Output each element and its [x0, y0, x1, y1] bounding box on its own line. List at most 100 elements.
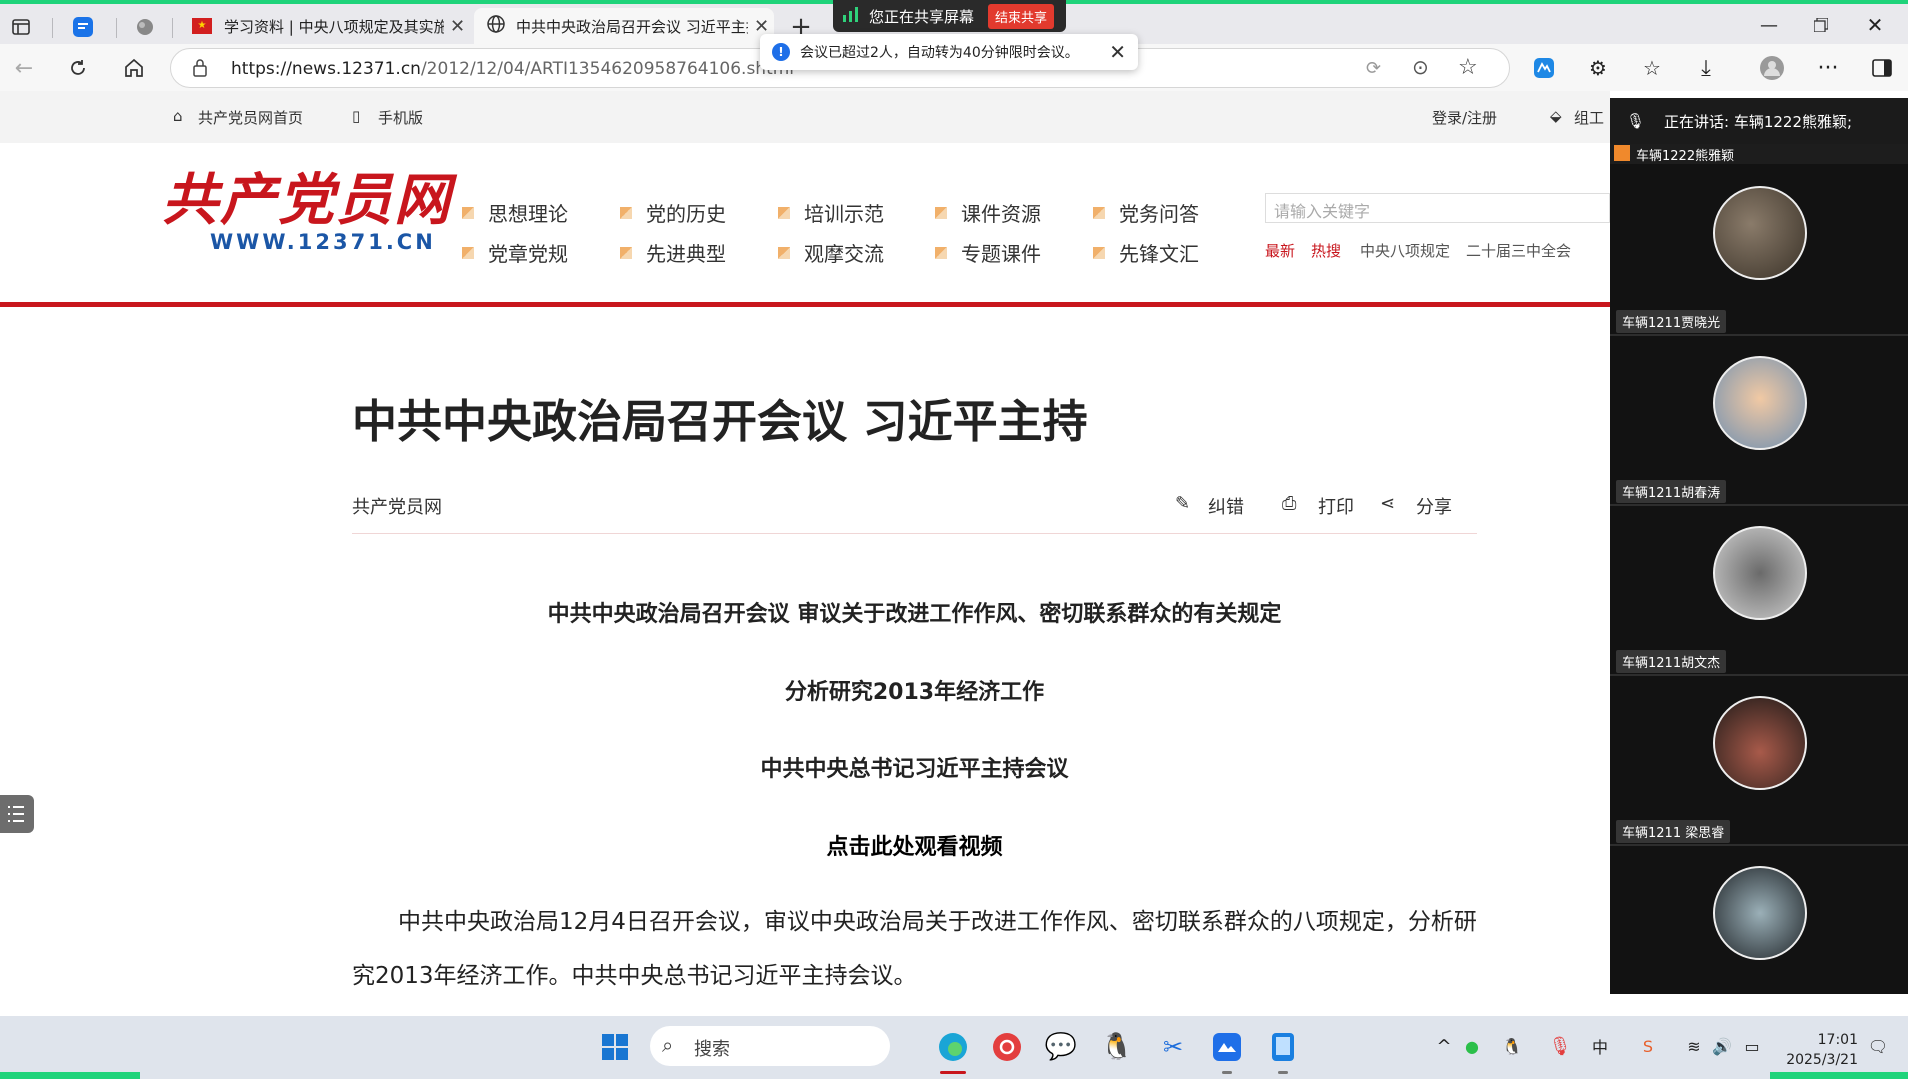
- battery-icon[interactable]: ▭: [1740, 1034, 1764, 1058]
- nav-bullet-icon: [462, 246, 474, 259]
- refresh-icon[interactable]: [62, 52, 94, 84]
- mobile-icon: ▯: [352, 107, 361, 125]
- hot-link[interactable]: 二十届三中全会: [1466, 240, 1571, 261]
- home-link[interactable]: 共产党员网首页: [198, 107, 303, 128]
- wifi-icon[interactable]: ≋: [1682, 1034, 1706, 1058]
- more-options-icon[interactable]: ⊙: [1412, 55, 1429, 79]
- nav-link[interactable]: 思想理论: [462, 198, 568, 227]
- qq-tray-icon[interactable]: 🐧: [1500, 1034, 1524, 1058]
- hot-link[interactable]: 热搜: [1311, 240, 1341, 261]
- ime-icon[interactable]: 中: [1588, 1034, 1612, 1058]
- end-share-button[interactable]: 结束共享: [988, 3, 1055, 29]
- sidebar-toggle-icon[interactable]: [1866, 52, 1898, 84]
- org-link[interactable]: 组工: [1574, 107, 1604, 128]
- participant-avatar: [1713, 356, 1807, 450]
- taskbar-clock[interactable]: 17:01 2025/3/21: [1782, 1030, 1858, 1070]
- volume-icon[interactable]: 🔊: [1710, 1034, 1734, 1058]
- nav-link[interactable]: 课件资源: [935, 198, 1041, 227]
- print-button[interactable]: 打印: [1318, 493, 1354, 519]
- close-window-icon[interactable]: ✕: [1860, 10, 1890, 40]
- home-icon[interactable]: [118, 52, 150, 84]
- download-icon[interactable]: ⤓: [1690, 52, 1722, 84]
- participant-tile[interactable]: 车辆1211贾晓光: [1610, 168, 1908, 336]
- wechat-icon[interactable]: 💬: [1044, 1030, 1078, 1064]
- translate-icon[interactable]: ⟳: [1366, 58, 1381, 79]
- nav-link[interactable]: 专题课件: [935, 238, 1041, 267]
- profile-icon[interactable]: [1756, 52, 1788, 84]
- windows-start-icon[interactable]: [600, 1032, 630, 1062]
- url-text: https://news.12371.cn/2012/12/04/ARTI135…: [231, 59, 795, 79]
- extensions-puzzle-icon[interactable]: ⚙: [1582, 52, 1614, 84]
- hot-link[interactable]: 中央八项规定: [1360, 240, 1450, 261]
- music-app-icon[interactable]: [990, 1030, 1024, 1064]
- site-search-input[interactable]: 请输入关键字: [1265, 193, 1610, 223]
- meeting-limit-notice: ! 会议已超过2人，自动转为40分钟限时会议。 ✕: [760, 34, 1138, 70]
- favorite-star-icon[interactable]: ☆: [1458, 55, 1478, 80]
- article-title: 中共中央政治局召开会议 习近平主持: [352, 395, 1088, 448]
- participant-tile[interactable]: 车辆1211 梁思睿: [1610, 678, 1908, 846]
- lock-icon[interactable]: [193, 59, 207, 81]
- taskbar-search[interactable]: ⌕ 搜索: [650, 1026, 890, 1066]
- share-border-bottom: [0, 1072, 140, 1079]
- nav-link[interactable]: 党的历史: [620, 198, 726, 227]
- sogou-icon[interactable]: S: [1636, 1034, 1660, 1058]
- nav-link[interactable]: 先锋文汇: [1093, 238, 1199, 267]
- nav-link[interactable]: 观摩交流: [778, 238, 884, 267]
- microphone-tray-icon[interactable]: 🎙: [1548, 1034, 1572, 1058]
- globe-tab-icon[interactable]: [130, 12, 160, 42]
- search-icon: ⌕: [662, 1033, 674, 1057]
- notification-icon[interactable]: 🗨: [1866, 1034, 1890, 1058]
- nav-link[interactable]: 党章党规: [462, 238, 568, 267]
- signal-bars-icon: [843, 6, 859, 26]
- video-link[interactable]: 点击此处观看视频: [352, 829, 1477, 861]
- header-divider: [0, 302, 1610, 307]
- participant-avatar: [1713, 526, 1807, 620]
- party-flag-icon: ★: [192, 18, 212, 34]
- share-button[interactable]: 分享: [1416, 493, 1452, 519]
- menu-dots-icon[interactable]: ···: [1812, 52, 1844, 84]
- participant-tile[interactable]: [1610, 848, 1908, 1016]
- login-link[interactable]: 登录/注册: [1432, 107, 1497, 128]
- mic-icon: 🎙: [1626, 112, 1646, 130]
- edge-browser-icon[interactable]: [936, 1030, 970, 1064]
- minimize-icon[interactable]: —: [1754, 10, 1784, 40]
- nav-link[interactable]: 先进典型: [620, 238, 726, 267]
- wechat-tray-icon[interactable]: ●: [1460, 1034, 1484, 1058]
- hot-link[interactable]: 最新: [1265, 240, 1295, 261]
- messenger-tab-icon[interactable]: [68, 12, 98, 42]
- nav-bullet-icon: [620, 246, 632, 259]
- mobile-link[interactable]: 手机版: [378, 107, 423, 128]
- share-icon: ⋖: [1380, 493, 1396, 514]
- tab-article[interactable]: 中共中央政治局召开会议 习近平主持 ✕: [474, 8, 774, 44]
- sharing-status: 您正在共享屏幕: [869, 7, 975, 26]
- tab-actions-icon[interactable]: [6, 12, 36, 42]
- favorites-icon[interactable]: ☆: [1636, 52, 1668, 84]
- close-notice-icon[interactable]: ✕: [1109, 40, 1126, 64]
- meeting-app-icon[interactable]: [1210, 1030, 1244, 1064]
- participant-tile[interactable]: 车辆1211胡文杰: [1610, 508, 1908, 676]
- self-tile-label: 车辆1222熊雅颖: [1610, 144, 1908, 164]
- tab-study-material[interactable]: ★ 学习资料 | 中央八项规定及其实施... ✕: [180, 8, 470, 44]
- outline-toggle-button[interactable]: [0, 795, 34, 833]
- qq-icon[interactable]: 🐧: [1100, 1030, 1134, 1064]
- nav-link[interactable]: 培训示范: [778, 198, 884, 227]
- article-subtitle: 分析研究2013年经济工作: [784, 680, 1045, 705]
- site-logo[interactable]: 共产党员网 WWW.12371.CN: [162, 170, 452, 254]
- notice-text: 会议已超过2人，自动转为40分钟限时会议。: [800, 45, 1079, 61]
- extension-blue-icon[interactable]: [1528, 52, 1560, 84]
- chevron-up-icon[interactable]: ^: [1432, 1034, 1456, 1058]
- taskbar: ⌕ 搜索 💬 🐧 ✂ ^ ● 🐧 🎙 中 S ≋ 🔊 ▭ 17:01 2025/…: [0, 1016, 1908, 1079]
- nav-link[interactable]: 党务问答: [1093, 198, 1199, 227]
- speaking-text: 正在讲话: 车辆1222熊雅颖;: [1664, 113, 1853, 131]
- snipping-tool-icon[interactable]: ✂: [1156, 1030, 1190, 1064]
- back-icon[interactable]: ←: [8, 52, 40, 84]
- nav-bullet-icon: [1093, 246, 1105, 259]
- globe-icon: [486, 14, 506, 38]
- participant-tile[interactable]: 车辆1211胡春涛: [1610, 338, 1908, 506]
- correction-button[interactable]: 纠错: [1208, 493, 1244, 519]
- phone-link-icon[interactable]: [1266, 1030, 1300, 1064]
- restore-icon[interactable]: [1806, 10, 1836, 40]
- participant-avatar: [1713, 696, 1807, 790]
- participant-name: 车辆1211贾晓光: [1616, 310, 1727, 333]
- close-tab-icon[interactable]: ✕: [450, 16, 465, 37]
